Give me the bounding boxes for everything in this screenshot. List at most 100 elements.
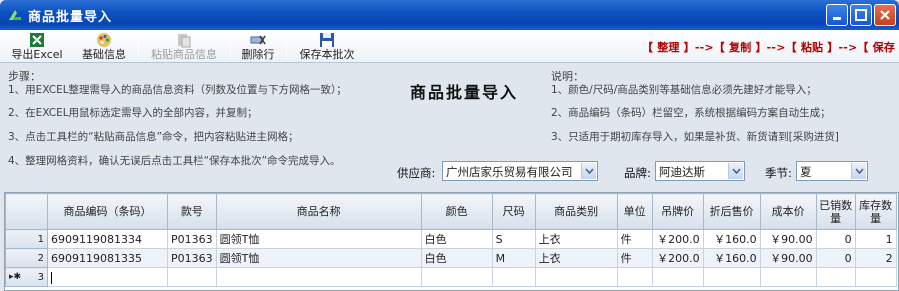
minimize-icon [833,17,841,20]
table-cell[interactable] [702,267,761,287]
new-row-marker: ▸✱ [9,271,22,282]
minimize-button[interactable] [826,4,848,26]
save-batch-button[interactable]: 保存本批次 [292,32,362,61]
column-header[interactable]: 已销数量 [815,193,856,230]
column-header[interactable]: 款号 [167,193,217,230]
table-cell[interactable]: 2 [854,248,897,268]
text-cursor [51,271,52,284]
column-header[interactable]: 商品类别 [534,193,618,230]
new-row[interactable]: ▸✱ 3 [5,267,897,287]
table-cell[interactable]: 件 [616,248,653,268]
table-cell[interactable] [534,267,618,287]
table-cell[interactable]: ￥90.00 [759,248,817,268]
column-header[interactable]: 折后售价 [702,193,761,230]
note-item: 2、商品编码（条码）栏留空，系统根据编码方案自动生成； [551,107,831,119]
column-header[interactable]: 颜色 [420,193,493,230]
close-button[interactable] [874,4,896,26]
row-number[interactable]: ▸✱ 3 [5,267,48,287]
table-cell[interactable]: 0 [815,248,856,268]
step-item: 2、在EXCEL用鼠标选定需导入的全部内容，并复制； [8,107,258,119]
table-cell[interactable]: 1 [854,229,897,249]
paste-icon [178,34,191,48]
season-select[interactable]: 夏 [796,161,868,181]
instructions-panel: 步骤： 1、用EXCEL整理需导入的商品信息资料（列数及位置与下方网格一致）； … [0,64,899,190]
table-cell[interactable]: 6909119081335 [47,248,168,268]
step-item: 4、整理网格资料，确认无误后点击工具栏“保存本批次”命令完成导入。 [8,155,341,167]
column-header[interactable]: 尺码 [491,193,536,230]
toolbar-separator [286,34,287,58]
row-header-corner [5,193,48,230]
toolbar-separator [230,34,231,58]
table-cell[interactable]: 0 [815,229,856,249]
row-number[interactable]: 1 [5,229,48,249]
dropdown-button[interactable] [851,163,866,179]
table-cell[interactable]: 白色 [420,248,493,268]
table-cell[interactable] [167,267,217,287]
export-excel-button[interactable]: 导出Excel [6,32,68,61]
column-header[interactable]: 库存数量 [854,193,897,230]
column-header[interactable]: 商品编码（条码） [47,193,168,230]
table-cell[interactable] [651,267,704,287]
table-cell[interactable]: M [491,248,536,268]
maximize-icon [855,9,867,21]
step-item: 3、点击工具栏的“粘贴商品信息”命令，把内容粘贴进主网格； [8,131,299,143]
table-cell[interactable]: S [491,229,536,249]
delete-row-button[interactable]: 删除行 [236,32,280,61]
table-row[interactable]: 2 6909119081335 P01363 圆领T恤 白色 M 上衣 件 ￥2… [5,248,897,268]
table-cell[interactable] [215,267,422,287]
close-icon [880,10,890,20]
brand-select[interactable]: 阿迪达斯 [655,161,745,181]
paste-info-button[interactable]: 粘贴商品信息 [144,32,224,61]
table-cell[interactable]: ￥200.0 [651,229,704,249]
table-cell-editing[interactable] [47,267,168,287]
save-icon [320,33,334,47]
step-item: 1、用EXCEL整理需导入的商品信息资料（列数及位置与下方网格一致）； [8,84,347,96]
toolbar-separator [138,34,139,58]
table-cell[interactable]: 6909119081334 [47,229,168,249]
chevron-down-icon [855,168,864,174]
dropdown-button[interactable] [728,163,743,179]
title-bar: 商品批量导入 [0,0,899,30]
table-cell[interactable]: 上衣 [534,229,618,249]
brand-label: 品牌: [624,166,651,180]
window-title: 商品批量导入 [28,10,113,25]
excel-icon [30,33,44,47]
table-cell[interactable]: 白色 [420,229,493,249]
table-cell[interactable]: 件 [616,229,653,249]
dropdown-button[interactable] [581,163,596,179]
basic-info-button[interactable]: 基础信息 [76,32,132,61]
table-cell[interactable]: P01363 [167,248,217,268]
season-label: 季节: [765,166,792,180]
palette-icon [97,33,111,47]
product-table: 商品编码（条码） 款号 商品名称 颜色 尺码 商品类别 单位 吊牌价 折后售价 … [5,193,897,287]
table-cell[interactable]: ￥200.0 [651,248,704,268]
column-header[interactable]: 商品名称 [215,193,422,230]
column-header[interactable]: 单位 [616,193,653,230]
table-cell[interactable]: P01363 [167,229,217,249]
note-item: 1、颜色/尺码/商品类别等基础信息必须先建好才能导入； [551,84,817,96]
supplier-select[interactable]: 广州店家乐贸易有限公司 [442,161,598,181]
chevron-down-icon [585,168,594,174]
maximize-button[interactable] [850,4,872,26]
table-cell[interactable]: 圆领T恤 [215,229,422,249]
table-cell[interactable] [616,267,653,287]
table-cell[interactable]: 圆领T恤 [215,248,422,268]
column-header[interactable]: 吊牌价 [651,193,704,230]
product-grid[interactable]: 商品编码（条码） 款号 商品名称 颜色 尺码 商品类别 单位 吊牌价 折后售价 … [4,192,899,291]
table-row[interactable]: 1 6909119081334 P01363 圆领T恤 白色 S 上衣 件 ￥2… [5,229,897,249]
table-cell[interactable] [491,267,536,287]
table-cell[interactable] [420,267,493,287]
table-cell[interactable]: ￥160.0 [702,229,761,249]
table-cell[interactable]: 上衣 [534,248,618,268]
workflow-steps: 【 整理 】-->【 复制 】-->【 粘贴 】-->【 保存 】 [642,41,899,54]
table-cell[interactable]: ￥90.00 [759,229,817,249]
note-item: 3、只适用于期初库存导入，如果是补货、新货请到[采购进货] [551,131,839,143]
table-cell[interactable] [854,267,897,287]
header-row: 商品编码（条码） 款号 商品名称 颜色 尺码 商品类别 单位 吊牌价 折后售价 … [5,193,897,230]
app-icon [9,10,21,20]
table-cell[interactable] [759,267,817,287]
table-cell[interactable]: ￥160.0 [702,248,761,268]
row-number[interactable]: 2 [5,248,48,268]
table-cell[interactable] [815,267,856,287]
column-header[interactable]: 成本价 [759,193,817,230]
